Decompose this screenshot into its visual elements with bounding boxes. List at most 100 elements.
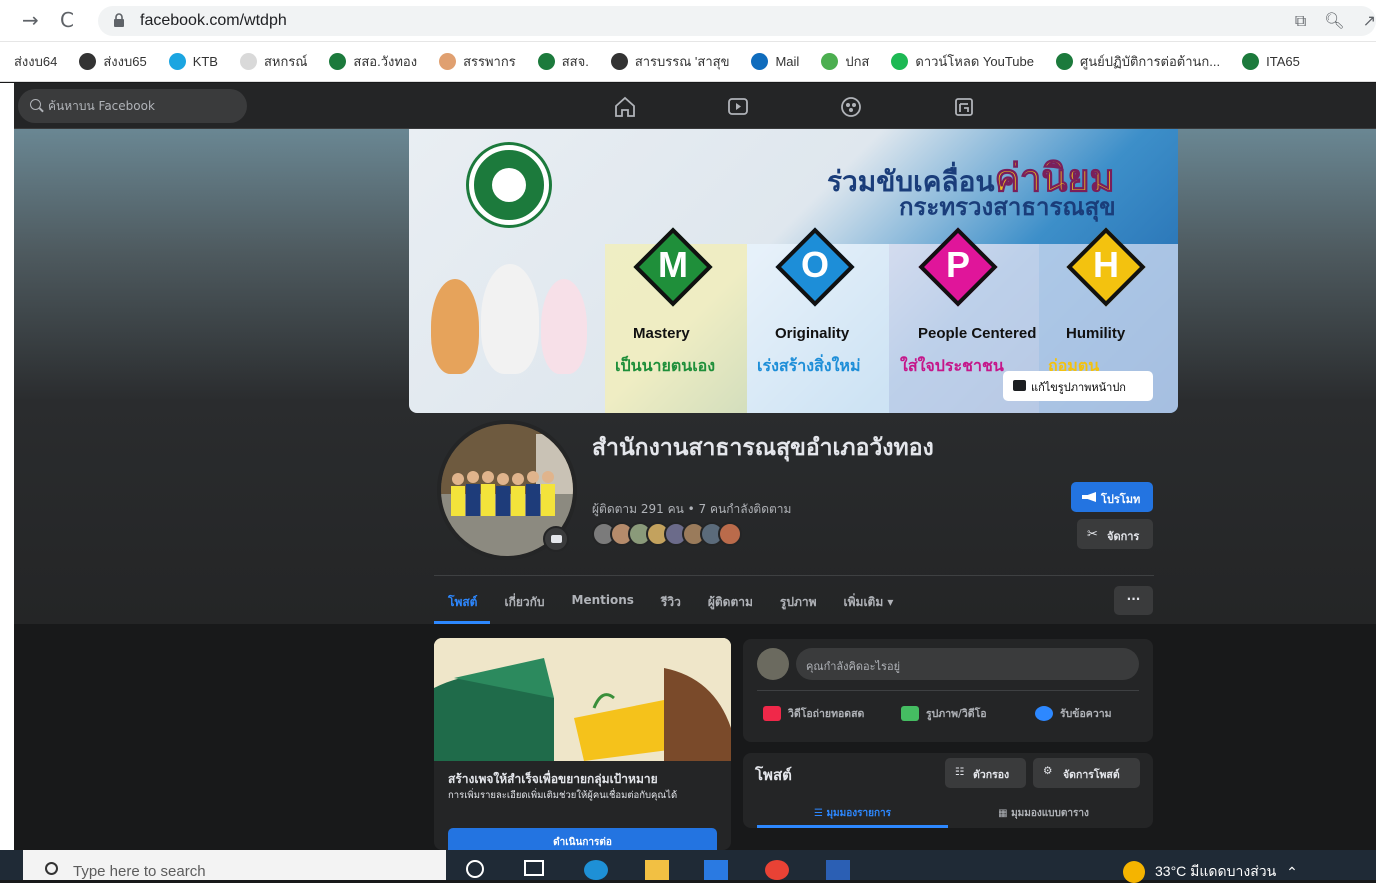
setup-illustration [434, 638, 731, 761]
camera-icon [1013, 380, 1026, 391]
follower-avatars[interactable] [592, 522, 742, 546]
reload-icon[interactable]: C [60, 8, 74, 32]
bookmark-favicon-icon [537, 53, 555, 70]
manage-posts-button[interactable]: ⚙ จัดการโพสต์ [1033, 758, 1140, 788]
bookmark-item[interactable]: สสอ.วังทอง [329, 51, 417, 72]
word-icon[interactable] [826, 860, 850, 880]
bookmark-item[interactable]: ส่งงบ65 [79, 51, 147, 72]
tab-0[interactable]: โพสต์ [434, 582, 491, 624]
avatar-camera-icon[interactable] [543, 526, 569, 552]
bookmark-item[interactable]: สรรพากร [439, 51, 516, 72]
facebook-search-input[interactable]: ค้นหาบน Facebook [18, 89, 247, 123]
tab-6[interactable]: เพิ่มเติม ▾ [830, 582, 907, 624]
live-video-button[interactable]: วิดีโอถ่ายทอดสด [763, 705, 864, 722]
store-icon[interactable] [704, 860, 728, 880]
grid-view-label: มุมมองแบบตาราง [1011, 808, 1089, 819]
bookmark-favicon-icon [821, 53, 839, 70]
share-icon[interactable]: ↗ [1363, 11, 1376, 31]
translate-icon[interactable]: ⧉ [1295, 11, 1306, 31]
profile-divider [434, 575, 1154, 576]
zoom-icon[interactable]: 🔍︎ [1324, 11, 1344, 31]
groups-icon[interactable] [839, 95, 863, 119]
bookmark-item[interactable]: สารบรรณ 'สาสุข [610, 51, 729, 72]
bookmark-label: ปกส [845, 54, 870, 69]
task-view-icon[interactable] [524, 860, 544, 876]
bookmark-item[interactable]: ITA65 [1242, 53, 1300, 70]
bookmark-favicon-icon [439, 53, 457, 70]
bookmark-favicon-icon [1242, 53, 1260, 70]
bookmark-item[interactable]: ศูนย์ปฏิบัติการต่อต้านก... [1055, 51, 1221, 72]
cover-photo[interactable]: ร่วมขับเคลื่อนค่านิยม กระทรวงสาธารณสุข M… [409, 129, 1178, 413]
filter-label: ตัวกรอง [973, 769, 1010, 781]
chrome-icon[interactable] [765, 860, 789, 880]
value-letter: O [800, 244, 829, 285]
continue-button[interactable]: ดำเนินการต่อ [448, 828, 717, 850]
bookmark-item[interactable]: KTB [168, 53, 218, 70]
bookmark-item[interactable]: ส่งงบ64 [14, 51, 57, 72]
value-thai-label: ใส่ใจประชาชน [900, 356, 1004, 375]
followers-count[interactable]: ผู้ติดตาม 291 คน • 7 คนกำลังติดตาม [592, 500, 791, 519]
cortana-icon[interactable] [466, 860, 484, 878]
tab-3[interactable]: รีวิว [647, 582, 694, 624]
bookmarks-bar: ส่งงบ64 ส่งงบ65 KTB สหกรณ์ สสอ.วังทอง สรรพากร… [0, 42, 1376, 82]
avatar[interactable] [757, 648, 789, 680]
chevron-up-icon[interactable]: ⌃ [1286, 864, 1298, 881]
get-messages-button[interactable]: รับข้อความ [1035, 705, 1112, 722]
home-icon[interactable] [613, 95, 637, 119]
bookmark-item[interactable]: สสจ. [537, 51, 589, 72]
manage-button[interactable]: ✂ จัดการ [1077, 519, 1153, 549]
bookmark-item[interactable]: สหกรณ์ [239, 51, 308, 72]
value-letter: H [1093, 244, 1119, 285]
bookmark-favicon-icon [891, 53, 909, 70]
bookmark-label: สหกรณ์ [263, 54, 308, 69]
bookmark-label: ส่งงบ64 [14, 54, 58, 69]
bookmark-label: สสจ. [561, 54, 589, 69]
more-options-button[interactable]: ··· [1114, 586, 1153, 615]
photo-video-button[interactable]: รูปภาพ/วิดีโอ [901, 705, 987, 722]
composer-divider [757, 690, 1139, 691]
bookmark-label: KTB [192, 54, 218, 69]
tab-2[interactable]: Mentions [558, 582, 647, 624]
composer-input[interactable]: คุณกำลังคิดอะไรอยู่ [796, 648, 1139, 680]
bookmark-label: ITA65 [1266, 54, 1300, 69]
value-title: Humility [1066, 325, 1126, 342]
bookmark-item[interactable]: ดาวน์โหลด YouTube [891, 51, 1034, 72]
promote-button[interactable]: โปรโมท [1071, 482, 1153, 512]
bookmark-favicon-icon [239, 53, 257, 70]
setup-card: สร้างเพจให้สำเร็จเพื่อขยายกลุ่มเป้าหมาย … [434, 638, 731, 850]
tab-5[interactable]: รูปภาพ [766, 582, 830, 624]
filter-button[interactable]: ☷ ตัวกรอง [945, 758, 1026, 788]
value-title: Mastery [633, 325, 690, 342]
posts-section: โพสต์ ☷ ตัวกรอง ⚙ จัดการโพสต์ ☰ มุมมองรายก… [743, 753, 1153, 828]
bookmark-item[interactable]: ปกส [821, 51, 869, 72]
bookmark-favicon-icon [168, 53, 186, 70]
url-text: facebook.com/wtdph [140, 12, 287, 29]
search-icon [30, 99, 41, 110]
posts-heading: โพสต์ [755, 766, 792, 784]
bookmark-item[interactable]: Mail [751, 53, 799, 70]
arrow-right-icon[interactable]: → [22, 8, 39, 32]
edit-cover-button[interactable]: แก้ไขรูปภาพหน้าปก [1003, 371, 1153, 401]
search-placeholder: ค้นหาบน Facebook [48, 99, 155, 113]
taskbar-search-input[interactable]: Type here to search [23, 850, 446, 880]
window-edge [0, 83, 14, 850]
watch-icon[interactable] [726, 95, 750, 119]
setup-card-title: สร้างเพจให้สำเร็จเพื่อขยายกลุ่มเป้าหมาย [448, 772, 658, 786]
bookmark-label: ศูนย์ปฏิบัติการต่อต้านก... [1079, 54, 1221, 69]
file-explorer-icon[interactable] [645, 860, 669, 880]
cartoon-figure [541, 279, 587, 374]
pages-icon[interactable] [952, 95, 976, 119]
windows-taskbar: Type here to search 33°C มีแดดบางส่วน ⌃ [0, 850, 1376, 883]
list-view-tab[interactable]: ☰ มุมมองรายการ [757, 801, 948, 828]
grid-view-tab[interactable]: ▦ มุมมองแบบตาราง [948, 801, 1139, 828]
tab-1[interactable]: เกี่ยวกับ [490, 582, 557, 624]
value-thai-label: เร่งสร้างสิ่งใหม่ [757, 356, 861, 375]
taskbar-search-placeholder: Type here to search [73, 863, 206, 880]
get-messages-label: รับข้อความ [1060, 708, 1112, 720]
ministry-logo [469, 145, 549, 225]
filter-icon: ☷ [955, 766, 965, 778]
address-bar[interactable]: facebook.com/wtdph ⧉ 🔍︎ ↗ [98, 6, 1376, 36]
edge-icon[interactable] [584, 860, 608, 880]
tab-4[interactable]: ผู้ติดตาม [694, 582, 766, 624]
value-letter: P [945, 244, 970, 285]
